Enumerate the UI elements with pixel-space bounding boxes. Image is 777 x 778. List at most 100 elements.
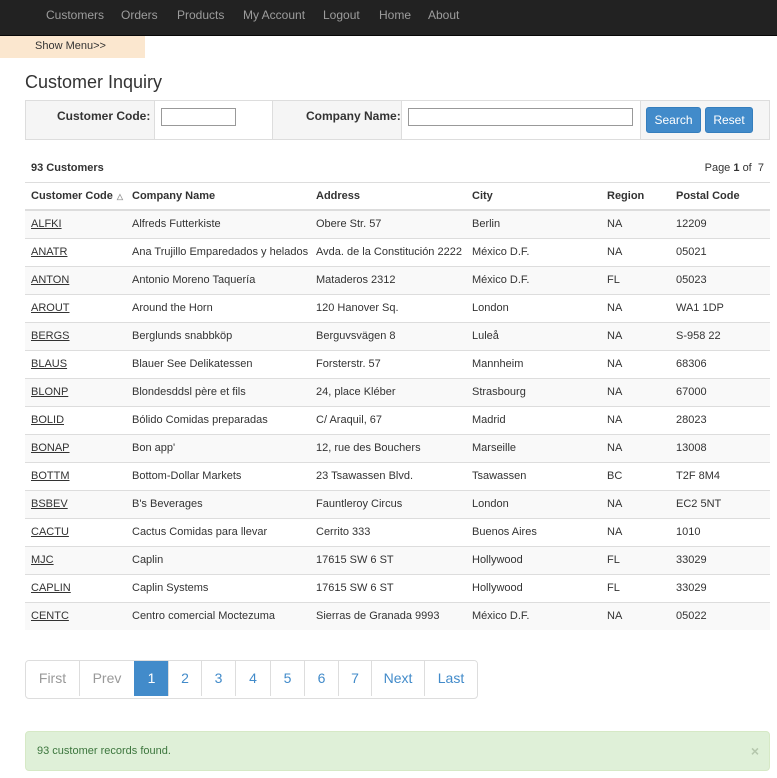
cell-postal-code: S-958 22 xyxy=(670,321,770,350)
cell-company-name: Berglunds snabbköp xyxy=(126,321,310,350)
sort-asc-icon[interactable]: △ xyxy=(117,192,123,201)
cell-region: FL xyxy=(601,545,670,574)
cell-company-name: Blondesddsl père et fils xyxy=(126,377,310,406)
nav-my-account[interactable]: My Account xyxy=(243,0,305,35)
nav-customers[interactable]: Customers xyxy=(46,0,104,35)
customer-code-input[interactable] xyxy=(161,108,236,126)
cell-city: Tsawassen xyxy=(466,461,601,490)
cell-city: Luleå xyxy=(466,321,601,350)
cell-address: 24, place Kléber xyxy=(310,377,466,406)
close-icon[interactable]: × xyxy=(751,732,759,770)
table-row: BLONP Blondesddsl père et fils 24, place… xyxy=(25,377,770,406)
table-row: AROUT Around the Horn 120 Hanover Sq. Lo… xyxy=(25,293,770,322)
cell-region: NA xyxy=(601,209,670,238)
pagination-page-6[interactable]: 6 xyxy=(304,661,338,696)
cell-company-name: Alfreds Futterkiste xyxy=(126,209,310,238)
cell-customer-code: CACTU xyxy=(25,517,126,546)
pagination-page-1[interactable]: 1 xyxy=(134,661,168,696)
customer-code-link[interactable]: BLAUS xyxy=(31,358,67,370)
header-region[interactable]: Region xyxy=(601,183,670,211)
cell-company-name: Antonio Moreno Taquería xyxy=(126,265,310,294)
customer-code-link[interactable]: ANATR xyxy=(31,246,67,258)
cell-region: FL xyxy=(601,573,670,602)
cell-customer-code: AROUT xyxy=(25,293,126,322)
customer-code-link[interactable]: BERGS xyxy=(31,330,70,342)
table-row: CAPLIN Caplin Systems 17615 SW 6 ST Holl… xyxy=(25,573,770,602)
header-address[interactable]: Address xyxy=(310,183,466,211)
cell-address: Berguvsvägen 8 xyxy=(310,321,466,350)
cell-city: London xyxy=(466,293,601,322)
cell-postal-code: 05023 xyxy=(670,265,770,294)
table-row: BLAUS Blauer See Delikatessen Forsterstr… xyxy=(25,349,770,378)
pagination-page-5[interactable]: 5 xyxy=(270,661,304,696)
table-row: CACTU Cactus Comidas para llevar Cerrito… xyxy=(25,517,770,546)
success-alert: 93 customer records found. × xyxy=(25,731,770,771)
current-page-number: 1 xyxy=(733,162,740,174)
header-city[interactable]: City xyxy=(466,183,601,211)
cell-customer-code: ALFKI xyxy=(25,209,126,238)
cell-region: NA xyxy=(601,433,670,462)
customer-code-link[interactable]: BONAP xyxy=(31,442,70,454)
customer-code-link[interactable]: CAPLIN xyxy=(31,582,71,594)
cell-postal-code: 68306 xyxy=(670,349,770,378)
nav-logout[interactable]: Logout xyxy=(323,0,360,35)
cell-region: NA xyxy=(601,489,670,518)
table-header-row: Customer Code △ Company Name Address City… xyxy=(25,183,770,211)
cell-region: NA xyxy=(601,349,670,378)
customer-code-link[interactable]: BSBEV xyxy=(31,498,68,510)
pagination: First Prev 1 2 3 4 5 6 7 Next Last xyxy=(25,660,478,699)
nav-home[interactable]: Home xyxy=(379,0,411,35)
cell-postal-code: 05021 xyxy=(670,237,770,266)
pagination-page-4[interactable]: 4 xyxy=(235,661,270,696)
customer-code-link[interactable]: MJC xyxy=(31,554,54,566)
pagination-page-3[interactable]: 3 xyxy=(201,661,235,696)
show-menu-button[interactable]: Show Menu>> xyxy=(0,36,145,58)
customer-code-link[interactable]: BOTTM xyxy=(31,470,70,482)
cell-city: Berlin xyxy=(466,209,601,238)
header-postal-code[interactable]: Postal Code xyxy=(670,183,770,211)
customer-code-link[interactable]: BOLID xyxy=(31,414,64,426)
header-company-name[interactable]: Company Name xyxy=(126,183,310,211)
reset-button[interactable]: Reset xyxy=(705,107,753,133)
cell-region: NA xyxy=(601,321,670,350)
customer-code-cell xyxy=(154,101,273,139)
header-customer-code[interactable]: Customer Code △ xyxy=(25,183,126,211)
pagination-first[interactable]: First xyxy=(26,661,79,696)
cell-company-name: Bon app' xyxy=(126,433,310,462)
cell-region: NA xyxy=(601,601,670,630)
cell-address: 23 Tsawassen Blvd. xyxy=(310,461,466,490)
nav-about[interactable]: About xyxy=(428,0,459,35)
customer-code-link[interactable]: CENTC xyxy=(31,610,69,622)
pagination-page-2[interactable]: 2 xyxy=(168,661,201,696)
page-title: Customer Inquiry xyxy=(25,72,163,92)
cell-company-name: Around the Horn xyxy=(126,293,310,322)
pagination-prev[interactable]: Prev xyxy=(79,661,134,696)
cell-customer-code: MJC xyxy=(25,545,126,574)
cell-postal-code: 28023 xyxy=(670,405,770,434)
cell-city: Buenos Aires xyxy=(466,517,601,546)
cell-address: C/ Araquil, 67 xyxy=(310,405,466,434)
cell-postal-code: 33029 xyxy=(670,573,770,602)
table-row: MJC Caplin 17615 SW 6 ST Hollywood FL 33… xyxy=(25,545,770,574)
cell-city: México D.F. xyxy=(466,601,601,630)
customer-code-link[interactable]: CACTU xyxy=(31,526,69,538)
nav-orders[interactable]: Orders xyxy=(121,0,158,35)
cell-city: London xyxy=(466,489,601,518)
pagination-page-7[interactable]: 7 xyxy=(338,661,371,696)
customer-code-link[interactable]: ALFKI xyxy=(31,218,62,230)
cell-postal-code: 1010 xyxy=(670,517,770,546)
customer-code-link[interactable]: AROUT xyxy=(31,302,70,314)
page-prefix: Page xyxy=(704,162,731,174)
cell-customer-code: BSBEV xyxy=(25,489,126,518)
search-button[interactable]: Search xyxy=(646,107,701,133)
cell-address: Cerrito 333 xyxy=(310,517,466,546)
customer-code-link[interactable]: BLONP xyxy=(31,386,68,398)
table-row: BOTTM Bottom-Dollar Markets 23 Tsawassen… xyxy=(25,461,770,490)
pagination-last[interactable]: Last xyxy=(424,661,477,696)
pagination-next[interactable]: Next xyxy=(371,661,424,696)
cell-postal-code: 13008 xyxy=(670,433,770,462)
customer-code-link[interactable]: ANTON xyxy=(31,274,69,286)
company-name-input[interactable] xyxy=(408,108,633,126)
cell-customer-code: CENTC xyxy=(25,601,126,630)
nav-products[interactable]: Products xyxy=(177,0,224,35)
